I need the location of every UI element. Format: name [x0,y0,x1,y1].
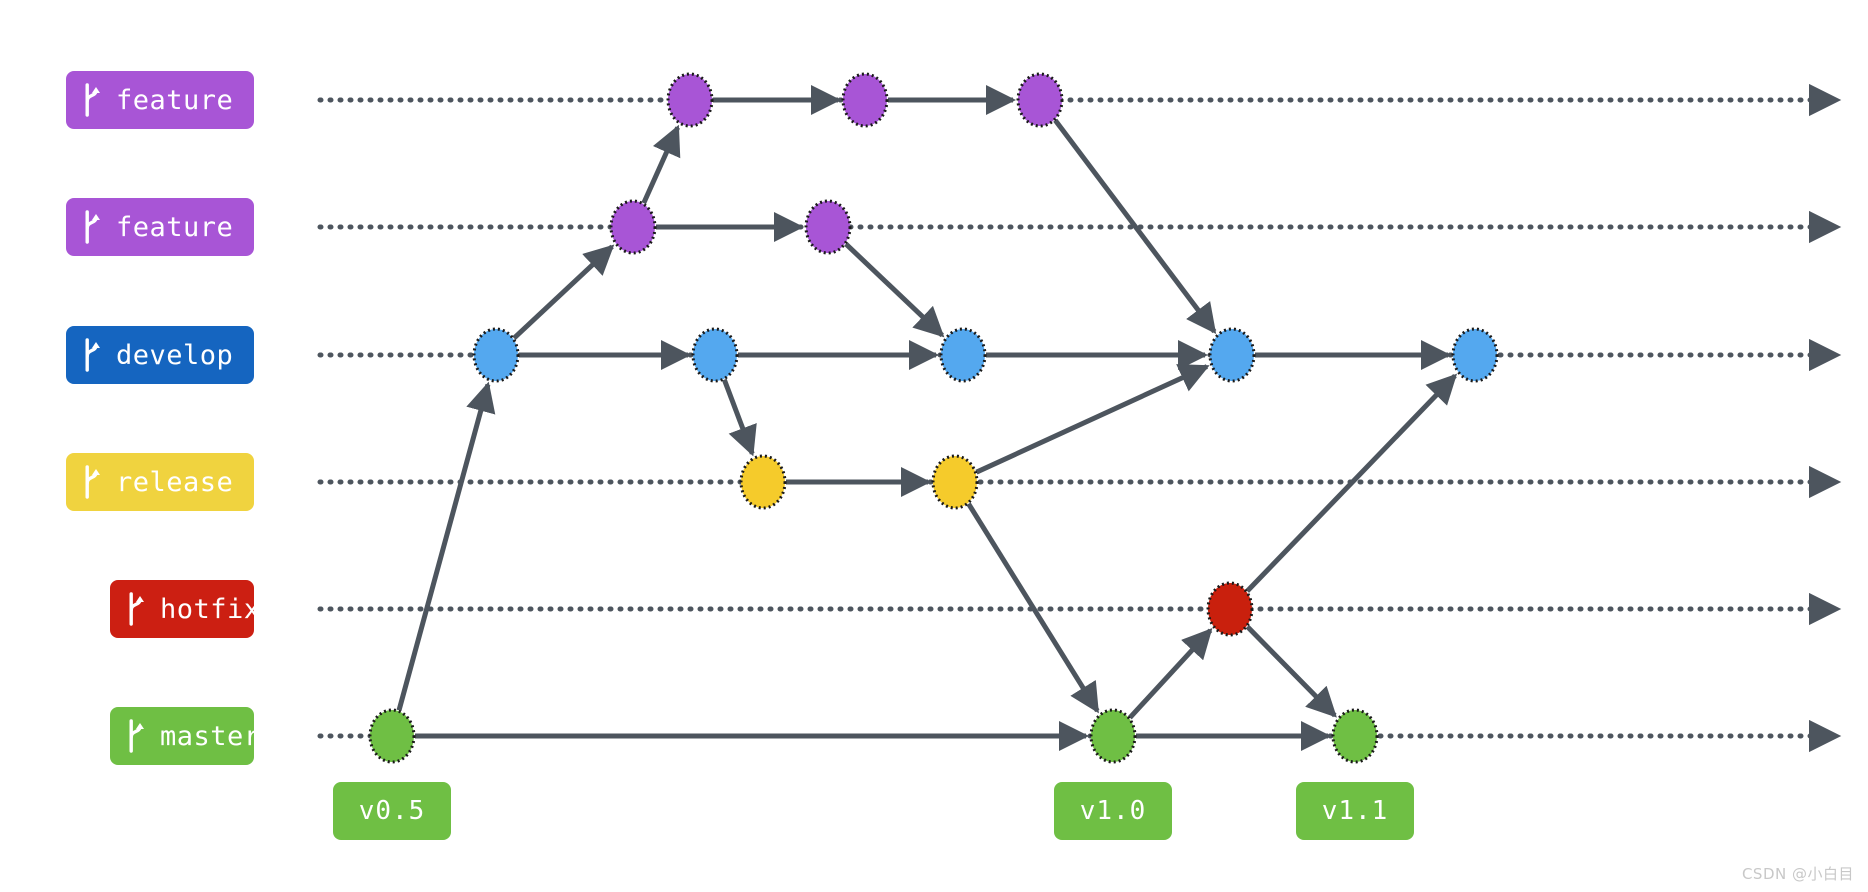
edge-r1-to-d3 [975,364,1210,475]
commit-edges-group [396,85,1458,751]
branch-label-feature2[interactable]: feature [66,198,254,256]
edge-f2b-to-d2 [844,242,945,338]
branch-label-develop[interactable]: develop [66,326,254,384]
edge-m1-to-h0 [1128,628,1213,720]
edge-m0-to-d0 [396,381,496,711]
commit-node-f1c[interactable] [1016,72,1064,128]
branch-label-master[interactable]: master [110,707,260,765]
branch-label-feature1[interactable]: feature [66,71,254,129]
commit-node-d0[interactable] [472,327,520,383]
commit-node-f1a[interactable] [666,72,714,128]
branch-label-text: feature [116,211,234,243]
commit-node-d2[interactable] [939,327,987,383]
commit-nodes-group [368,72,1499,764]
branch-label-text: release [116,466,234,498]
branch-label-release[interactable]: release [66,453,254,511]
edge-h0-to-m2 [1245,624,1337,718]
branch-label-text: hotfix [160,593,261,625]
git-branch-icon [85,210,100,244]
edge-r1-to-m1 [966,502,1100,714]
gitflow-diagram-canvas: feature feature develop release hotfix master… [0,0,1868,892]
commit-node-m0[interactable] [368,708,416,764]
commit-node-f2b[interactable] [804,199,852,255]
tag-v11[interactable]: v1.1 [1296,782,1414,840]
git-branch-icon [129,592,144,626]
commit-node-r1[interactable] [931,454,979,510]
commit-node-r0[interactable] [739,454,787,510]
commit-node-m1[interactable] [1089,708,1137,764]
branch-label-hotfix[interactable]: hotfix [110,580,260,638]
git-branch-icon [85,83,100,117]
edge-d1-to-r0 [721,378,757,457]
commit-node-d3[interactable] [1208,327,1256,383]
commit-node-d4[interactable] [1451,327,1499,383]
branch-lanes-group [317,83,1842,753]
commit-node-f2a[interactable] [609,199,657,255]
branch-label-text: master [160,720,261,752]
branch-label-text: feature [116,84,234,116]
commit-node-h0[interactable] [1206,581,1254,637]
tag-v10[interactable]: v1.0 [1054,782,1172,840]
gitflow-svg [317,72,1842,764]
version-tag-label: v1.1 [1321,796,1389,826]
watermark-text: CSDN @小白目 [1741,865,1854,883]
version-tag-label: v1.0 [1079,796,1147,826]
branch-label-text: develop [116,339,234,371]
edge-f2a-to-f1a [641,124,681,205]
tag-v05[interactable]: v0.5 [333,782,451,840]
version-tag-label: v0.5 [358,796,426,826]
commit-node-d1[interactable] [691,327,739,383]
git-branch-icon [85,465,100,499]
edge-d0-to-f2a [512,244,615,341]
commit-node-m2[interactable] [1331,708,1379,764]
git-branch-icon [129,719,144,753]
commit-node-f1b[interactable] [841,72,889,128]
git-branch-icon [85,338,100,372]
